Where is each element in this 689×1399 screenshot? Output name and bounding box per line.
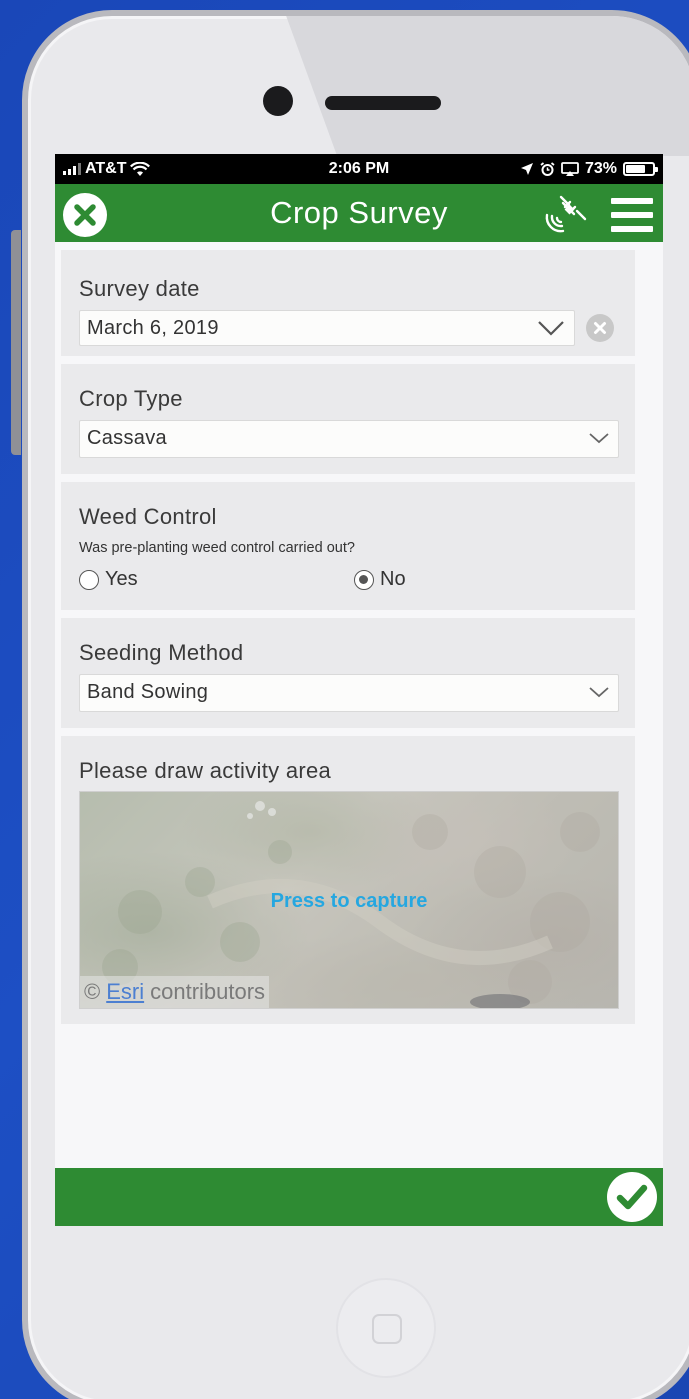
alarm-icon	[540, 161, 555, 176]
menu-icon	[611, 198, 653, 232]
survey-date-value: March 6, 2019	[87, 317, 219, 339]
chevron-down-icon	[589, 687, 609, 698]
home-button-square	[372, 1314, 402, 1344]
press-to-capture-label[interactable]: Press to capture	[80, 890, 618, 913]
activity-area-label: Please draw activity area	[79, 758, 332, 783]
crop-type-label: Crop Type	[79, 386, 183, 411]
airplay-icon	[561, 161, 579, 176]
front-camera	[263, 86, 293, 116]
status-bar: AT&T 2:06 PM 73%	[55, 154, 663, 184]
crop-type-select[interactable]: Cassava	[79, 420, 619, 458]
question-crop-type: Crop Type Cassava	[61, 364, 635, 474]
chevron-down-icon	[538, 321, 564, 336]
battery-icon	[623, 162, 658, 176]
battery-fill	[626, 165, 645, 173]
battery-percent: 73%	[584, 160, 617, 177]
question-survey-date: Survey date March 6, 2019	[61, 250, 635, 356]
radio-no-circle[interactable]	[354, 569, 374, 590]
gps-button[interactable]	[543, 193, 589, 235]
app-screen: AT&T 2:06 PM 73% Crop Survey Survey date…	[55, 154, 663, 1226]
attribution-contributors: contributors	[150, 979, 266, 1004]
survey-date-label: Survey date	[79, 276, 200, 301]
map-capture-area[interactable]: Press to capture © Esri contributors	[79, 791, 619, 1009]
radio-yes-label: Yes	[105, 568, 138, 590]
satellite-icon	[545, 195, 587, 233]
question-seeding-method: Seeding Method Band Sowing	[61, 618, 635, 728]
seeding-method-label: Seeding Method	[79, 640, 244, 665]
chevron-down-icon	[589, 433, 609, 444]
earpiece-speaker	[325, 96, 441, 110]
radio-yes-circle[interactable]	[79, 569, 99, 590]
clear-date-button[interactable]	[586, 314, 614, 342]
radio-no[interactable]: No	[354, 568, 406, 591]
question-weed-control: Weed Control Was pre-planting weed contr…	[61, 482, 635, 610]
attribution-copyright: ©	[84, 979, 101, 1004]
status-right: 73%	[520, 160, 658, 178]
app-footer	[55, 1168, 663, 1226]
app-header: Crop Survey	[55, 184, 663, 242]
radio-no-label: No	[380, 568, 406, 590]
weed-control-hint: Was pre-planting weed control carried ou…	[79, 540, 355, 556]
weed-control-options: Yes No	[79, 568, 619, 594]
location-arrow-icon	[520, 163, 533, 175]
attribution-esri-link[interactable]: Esri	[106, 979, 144, 1005]
checkmark-icon	[616, 1184, 648, 1210]
submit-button[interactable]	[607, 1172, 657, 1222]
phone-glare	[278, 16, 689, 156]
home-button[interactable]	[336, 1278, 436, 1378]
clear-icon	[594, 322, 606, 334]
crop-type-value: Cassava	[87, 427, 167, 449]
survey-date-picker[interactable]: March 6, 2019	[79, 310, 575, 346]
map-attribution: © Esri contributors	[80, 976, 270, 1008]
seeding-method-value: Band Sowing	[87, 681, 209, 703]
weed-control-label: Weed Control	[79, 504, 217, 529]
seeding-method-select[interactable]: Band Sowing	[79, 674, 619, 712]
side-button	[11, 230, 21, 455]
menu-button[interactable]	[611, 198, 653, 232]
question-activity-area: Please draw activity area Press to captu…	[61, 736, 635, 1024]
radio-yes[interactable]: Yes	[79, 568, 138, 591]
